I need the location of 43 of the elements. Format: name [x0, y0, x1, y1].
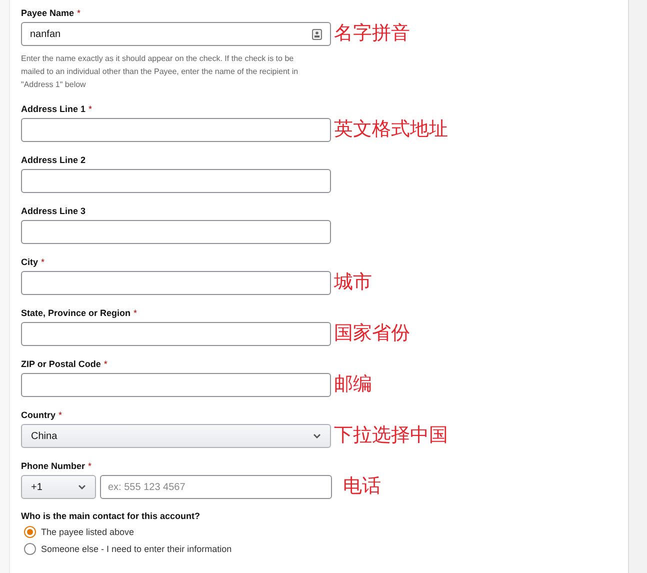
annotation-note: 下拉选择中国	[334, 425, 448, 447]
text-field[interactable]	[21, 373, 331, 397]
field-label: Payee Name	[21, 7, 74, 19]
annotation-note: 英文格式地址	[334, 119, 448, 141]
required-mark: *	[88, 460, 92, 472]
annotation-note: 国家省份	[334, 323, 410, 345]
annotation-note: 邮编	[334, 374, 372, 396]
annotation-note: 名字拼音	[334, 23, 410, 45]
phone-field[interactable]: ex: 555 123 4567	[100, 475, 332, 499]
radio-button[interactable]	[24, 543, 36, 555]
radio-label: Someone else - I need to enter their information	[41, 543, 232, 556]
help-text: Enter the name exactly as it should appear on the check. If the check is to be mailed to an individual other than the Payee, enter the name of the recipient in "Address 1" below	[21, 53, 300, 91]
text-field[interactable]	[21, 322, 331, 346]
radio-button[interactable]	[24, 526, 36, 538]
text-field[interactable]: nanfan	[21, 22, 331, 46]
required-mark: *	[77, 7, 81, 19]
field-label: Address Line 3	[21, 205, 86, 217]
field-label: Address Line 1	[21, 103, 86, 115]
required-mark: *	[134, 307, 138, 319]
field-label: Address Line 2	[21, 154, 86, 166]
country-code-dropdown[interactable]: +1	[21, 475, 96, 499]
text-field[interactable]	[21, 220, 331, 244]
required-mark: *	[41, 256, 45, 268]
field-label: City	[21, 256, 38, 268]
annotation-note: 城市	[334, 272, 372, 294]
text-field[interactable]	[21, 169, 331, 193]
required-mark: *	[104, 358, 108, 370]
chevron-down-icon	[313, 433, 321, 439]
chevron-down-icon	[78, 484, 86, 490]
required-mark: *	[58, 409, 62, 421]
field-value: nanfan	[30, 28, 62, 42]
field-label: Country	[21, 409, 56, 421]
text-field[interactable]	[21, 118, 331, 142]
radio-label: The payee listed above	[41, 526, 134, 539]
contact-card-icon[interactable]	[312, 28, 322, 40]
country-dropdown[interactable]: China	[21, 424, 331, 448]
field-label: ZIP or Postal Code	[21, 358, 101, 370]
question-label: Who is the main contact for this account?	[21, 510, 202, 522]
field-label: State, Province or Region	[21, 307, 131, 319]
required-mark: *	[88, 103, 92, 115]
annotation-note: 电话	[343, 476, 381, 498]
field-label: Phone Number	[21, 460, 86, 472]
text-field[interactable]	[21, 271, 331, 295]
